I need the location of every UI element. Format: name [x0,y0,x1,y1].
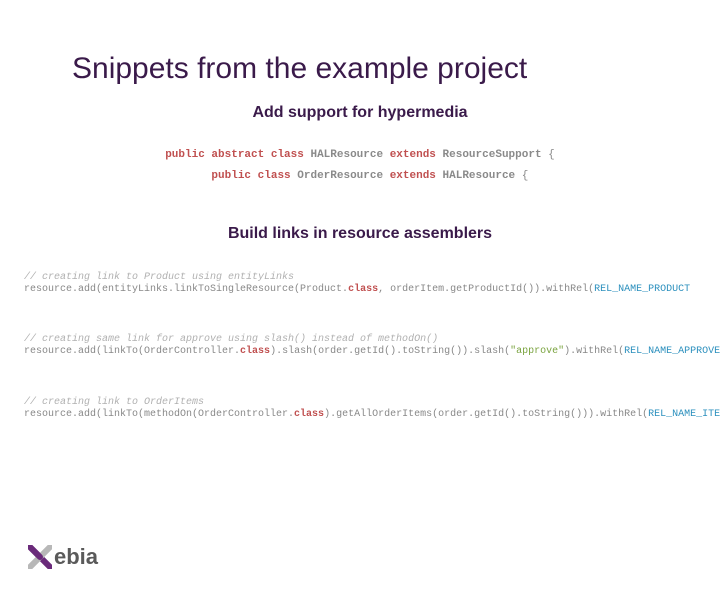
x-icon [28,545,52,569]
code-snippet-hypermedia: public abstract class HALResource extend… [0,132,720,201]
page-title: Snippets from the example project [72,52,720,86]
section-heading-assemblers: Build links in resource assemblers [0,225,720,243]
code-line-orderresource: public class OrderResource extends HALRe… [192,170,529,183]
code-snippet-assemblers: // creating link to Product using entity… [0,253,720,457]
brand-logo: ebia [28,544,98,570]
code-block-items: // creating link to OrderItems resource.… [24,397,696,421]
code-line-halresource: public abstract class HALResource extend… [165,149,555,162]
code-block-product: // creating link to Product using entity… [24,272,696,296]
section-heading-hypermedia: Add support for hypermedia [0,104,720,122]
code-block-approve: // creating same link for approve using … [24,334,696,358]
brand-text: ebia [54,544,98,570]
slide: Snippets from the example project Add su… [0,52,720,457]
